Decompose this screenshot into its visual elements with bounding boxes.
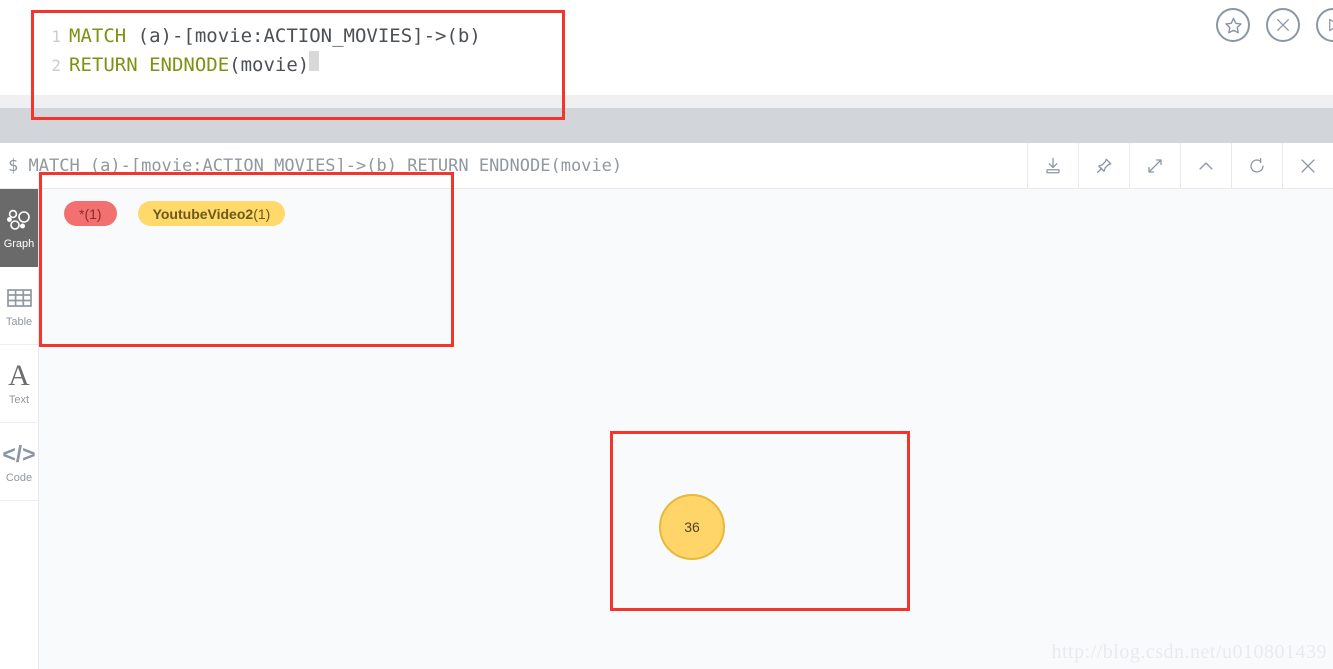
frame-separator-band: [0, 108, 1333, 143]
graph-icon: [6, 205, 32, 235]
query-editor-pane: 1 MATCH (a)-[movie:ACTION_MOVIES]->(b) 2…: [0, 0, 1333, 95]
cypher-keyword: MATCH: [69, 25, 127, 47]
legend-node-count: (1): [253, 205, 271, 222]
graph-canvas[interactable]: * (1) YoutubeVideo2 (1) 36 http://blog.csd…: [39, 189, 1333, 669]
graph-legend: * (1) YoutubeVideo2 (1): [64, 201, 286, 226]
sidebar-item-label: Text: [8, 394, 30, 406]
sidebar-item-label: Table: [5, 316, 33, 328]
editor-bottom-strip: [0, 95, 1333, 108]
text-icon: A: [8, 361, 30, 391]
line-number: 2: [51, 56, 61, 75]
sidebar-item-code[interactable]: </> Code: [0, 423, 38, 501]
watermark-text: http://blog.csdn.net/u010801439: [1051, 641, 1327, 663]
refresh-button[interactable]: [1231, 143, 1282, 188]
code-icon: </>: [2, 439, 35, 469]
legend-node-badge[interactable]: YoutubeVideo2 (1): [137, 201, 286, 226]
cypher-argument: (movie): [229, 54, 310, 76]
cypher-pattern: (a)-[movie:ACTION_MOVIES]->(b): [126, 25, 481, 47]
result-toolbar: [1027, 143, 1333, 188]
code-line[interactable]: 2 RETURN ENDNODE (movie): [31, 51, 1191, 80]
pin-button[interactable]: [1078, 143, 1129, 188]
table-icon: [6, 283, 32, 313]
result-header: $ MATCH (a)-[movie:ACTION_MOVIES]->(b) R…: [0, 143, 1333, 189]
sidebar-item-text[interactable]: A Text: [0, 345, 38, 423]
legend-relationship-badge[interactable]: * (1): [64, 201, 117, 226]
letter-a-glyph: A: [8, 359, 30, 392]
result-frame: $ MATCH (a)-[movie:ACTION_MOVIES]->(b) R…: [0, 143, 1333, 669]
run-query-button[interactable]: [1316, 8, 1333, 42]
legend-relationship-count: (1): [84, 205, 102, 222]
close-result-button[interactable]: [1282, 143, 1333, 188]
prompt-symbol: $: [8, 155, 19, 176]
collapse-button[interactable]: [1180, 143, 1231, 188]
query-string: MATCH (a)-[movie:ACTION_MOVIES]->(b) RET…: [28, 155, 623, 176]
angle-brackets-glyph: </>: [2, 441, 36, 467]
query-editor[interactable]: 1 MATCH (a)-[movie:ACTION_MOVIES]->(b) 2…: [31, 8, 1191, 88]
code-lines[interactable]: 1 MATCH (a)-[movie:ACTION_MOVIES]->(b) 2…: [31, 22, 1191, 80]
line-number: 1: [51, 27, 61, 46]
expand-button[interactable]: [1129, 143, 1180, 188]
graph-node[interactable]: 36: [659, 494, 725, 560]
view-switcher-sidebar: Graph Table A Text </> Code: [0, 189, 39, 669]
executed-query-text: $ MATCH (a)-[movie:ACTION_MOVIES]->(b) R…: [0, 156, 622, 176]
result-body: Graph Table A Text </> Code * (1) Youtub…: [0, 189, 1333, 669]
editor-action-buttons: [1216, 8, 1333, 42]
favorite-button[interactable]: [1216, 8, 1250, 42]
download-button[interactable]: [1027, 143, 1078, 188]
sidebar-item-label: Graph: [3, 238, 35, 250]
legend-node-label: YoutubeVideo2: [152, 205, 254, 222]
sidebar-item-graph[interactable]: Graph: [0, 189, 38, 267]
sidebar-item-label: Code: [5, 472, 33, 484]
graph-node-label: 36: [684, 519, 700, 535]
code-line[interactable]: 1 MATCH (a)-[movie:ACTION_MOVIES]->(b): [31, 22, 1191, 51]
sidebar-item-table[interactable]: Table: [0, 267, 38, 345]
clear-editor-button[interactable]: [1266, 8, 1300, 42]
text-cursor: [309, 51, 320, 71]
cypher-keyword: RETURN ENDNODE: [69, 54, 230, 76]
